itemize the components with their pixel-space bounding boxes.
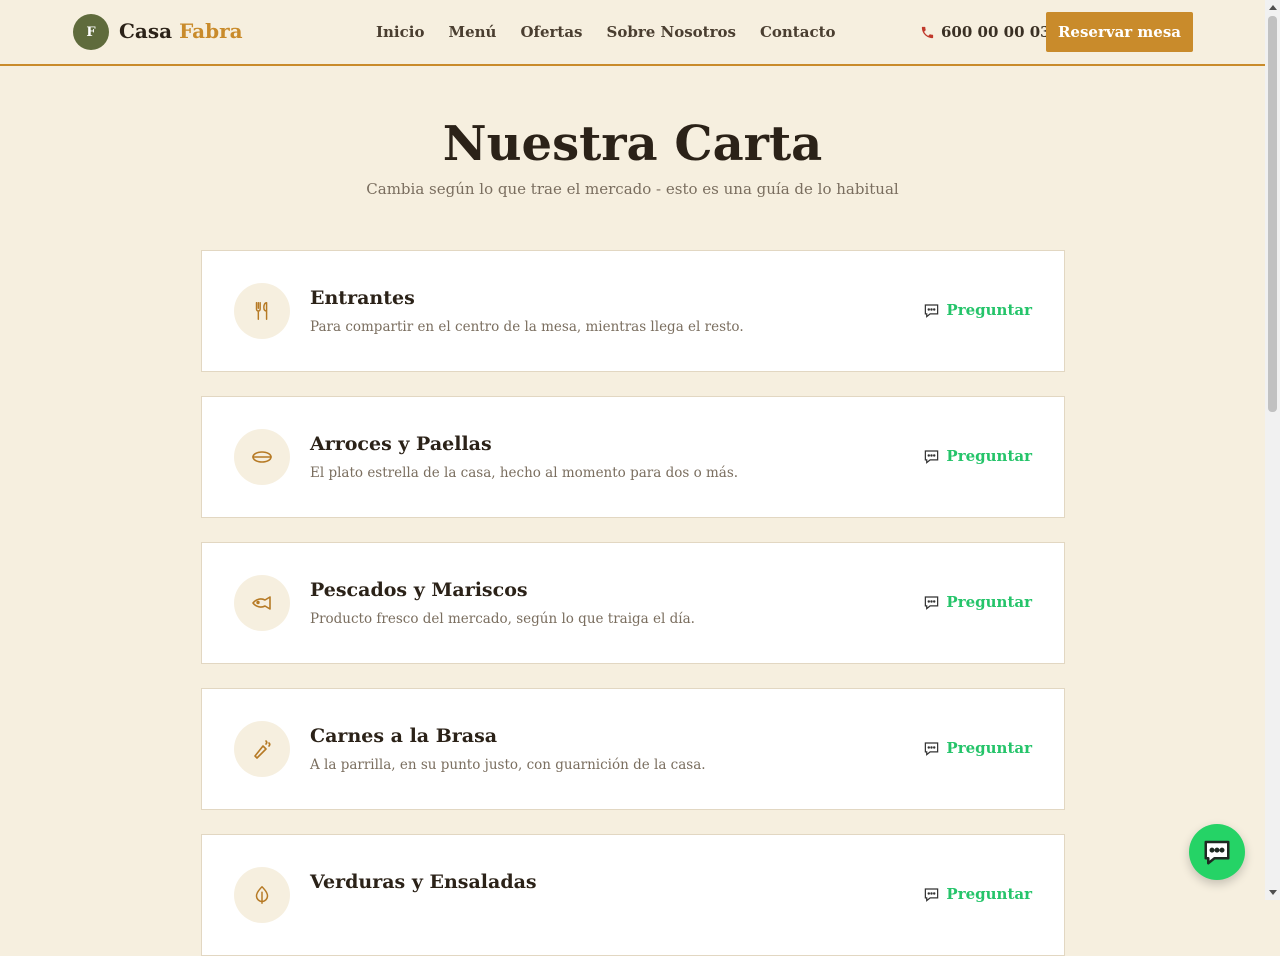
scroll-up-arrow-icon[interactable]	[1269, 5, 1277, 10]
phone-link[interactable]: 600 00 00 03	[920, 23, 1051, 41]
category-description: A la parrilla, en su punto justo, con gu…	[310, 757, 706, 773]
chat-bubble-icon	[925, 303, 939, 318]
menu-category-card[interactable]: Arroces y Paellas El plato estrella de l…	[201, 396, 1065, 518]
phone-icon	[921, 26, 934, 38]
brand-name-part1: Casa	[119, 19, 173, 43]
menu-category-card[interactable]: Entrantes Para compartir en el centro de…	[201, 250, 1065, 372]
ask-label: Preguntar	[946, 447, 1032, 465]
category-description: El plato estrella de la casa, hecho al m…	[310, 465, 739, 481]
nav-link-ofertas[interactable]: Ofertas	[520, 23, 582, 41]
ask-button[interactable]: Preguntar	[923, 885, 1032, 903]
category-name: Entrantes	[310, 287, 415, 309]
fish-icon	[234, 575, 290, 631]
category-name: Verduras y Ensaladas	[310, 871, 537, 893]
page-title: Nuestra Carta	[442, 116, 823, 172]
page-scrollbar[interactable]	[1265, 0, 1280, 900]
main-nav: Inicio Menú Ofertas Sobre Nosotros Conta…	[376, 23, 836, 41]
brand-name[interactable]: Casa Fabra	[119, 19, 243, 43]
ask-button[interactable]: Preguntar	[923, 593, 1032, 611]
grill-icon	[234, 721, 290, 777]
scroll-down-arrow-icon[interactable]	[1269, 890, 1277, 895]
logo-badge[interactable]: F	[73, 14, 109, 50]
page-subtitle: Cambia según lo que trae el mercado - es…	[366, 180, 899, 198]
chat-button[interactable]	[1189, 824, 1245, 880]
nav-link-sobre-nosotros[interactable]: Sobre Nosotros	[607, 23, 736, 41]
ask-button[interactable]: Preguntar	[923, 301, 1032, 319]
menu-category-card[interactable]: Pescados y Mariscos Producto fresco del …	[201, 542, 1065, 664]
site-header: F Casa Fabra Inicio Menú Ofertas Sobre N…	[0, 0, 1265, 66]
ask-button[interactable]: Preguntar	[923, 739, 1032, 757]
category-name: Arroces y Paellas	[310, 433, 492, 455]
category-description: Producto fresco del mercado, según lo qu…	[310, 611, 695, 627]
menu-category-card[interactable]: Verduras y Ensaladas Preguntar	[201, 834, 1065, 956]
menu-category-card[interactable]: Carnes a la Brasa A la parrilla, en su p…	[201, 688, 1065, 810]
ask-label: Preguntar	[946, 301, 1032, 319]
leaf-icon	[234, 867, 290, 923]
ask-label: Preguntar	[946, 739, 1032, 757]
chat-bubble-icon	[925, 741, 939, 756]
scrollbar-thumb[interactable]	[1268, 16, 1277, 412]
chat-bubble-icon	[925, 595, 939, 610]
ask-label: Preguntar	[946, 885, 1032, 903]
ask-label: Preguntar	[946, 593, 1032, 611]
reserve-table-button[interactable]: Reservar mesa	[1046, 12, 1193, 52]
utensils-icon	[234, 283, 290, 339]
nav-link-contacto[interactable]: Contacto	[760, 23, 836, 41]
brand-name-part2: Fabra	[179, 19, 243, 43]
category-description: Para compartir en el centro de la mesa, …	[310, 319, 744, 335]
chat-bubble-icon	[925, 887, 939, 902]
paella-pan-icon	[234, 429, 290, 485]
ask-button[interactable]: Preguntar	[923, 447, 1032, 465]
nav-link-inicio[interactable]: Inicio	[376, 23, 424, 41]
chat-bubble-icon	[925, 449, 939, 464]
category-name: Pescados y Mariscos	[310, 579, 528, 601]
nav-link-menu[interactable]: Menú	[448, 23, 496, 41]
chat-icon	[1204, 840, 1230, 865]
phone-number: 600 00 00 03	[941, 23, 1051, 41]
category-name: Carnes a la Brasa	[310, 725, 498, 747]
